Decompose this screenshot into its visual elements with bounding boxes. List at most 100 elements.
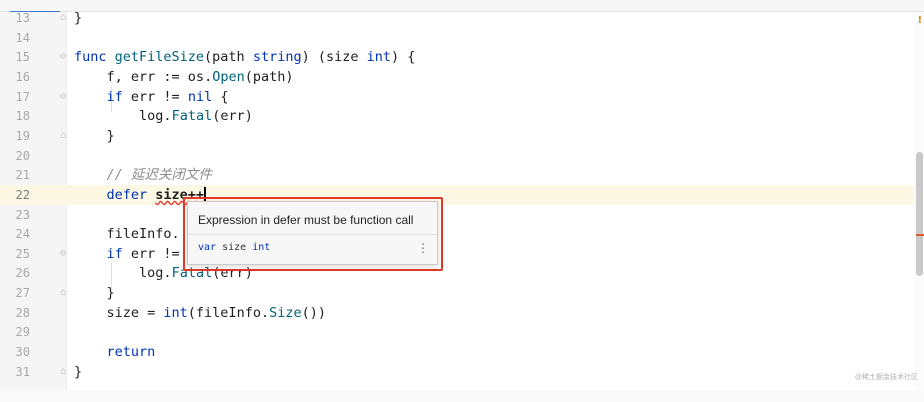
code-text: fileInfo. [74,226,180,242]
code-fragment: (fileInfo. [187,305,270,321]
code-fragment [74,265,139,281]
line-number: 25 [15,247,30,261]
keyword: nil [187,89,213,105]
line-number: 16 [15,70,30,84]
code-line[interactable]: 17 ⊖ if err != nil { [0,87,924,107]
editor-bottom-border [0,390,924,402]
code-fragment: . [163,265,172,281]
package-name: log [139,108,164,124]
code-line-current[interactable]: 22 defer size++ [0,185,924,205]
method-name: Size [269,305,302,321]
code-text: } [74,128,115,144]
signature-type: int [252,242,271,253]
code-fragment: err != [130,246,180,262]
symbol-signature: var size int [198,242,270,253]
code-editor[interactable]: 13 ⌂ } 14 15 ⊖ func getFileSize(path str… [0,0,924,402]
line-number: 28 [15,306,30,320]
code-line[interactable]: 25 ⊖ if err != [0,244,924,264]
line-number: 31 [15,365,30,379]
code-text: if err != [74,244,180,264]
code-line[interactable]: 31 ⌂ } [0,362,924,382]
line-number: 21 [15,168,30,182]
code-fragment: (err) [212,108,253,124]
code-fragment: . [204,69,213,85]
line-number: 18 [15,109,30,123]
fold-end-icon[interactable]: ⌂ [60,367,69,377]
code-line[interactable]: 23 [0,205,924,225]
code-fragment: { [212,89,229,105]
code-text: f, err := os.Open(path) [74,67,294,87]
more-options-icon[interactable]: ⋮ [417,241,429,255]
code-fragment: (path) [244,69,294,85]
code-text: func getFileSize(path string) (size int)… [74,47,415,67]
code-fragment: ) { [391,49,416,65]
line-number: 13 [15,11,30,25]
code-text: log.Fatal(err) [74,106,253,126]
line-number: 23 [15,208,30,222]
code-line[interactable]: 28 size = int(fileInfo.Size()) [0,303,924,323]
keyword: defer [74,187,156,203]
watermark: @稀土掘金技术社区 [854,374,918,381]
error-tooltip: Expression in defer must be function cal… [187,201,438,265]
fold-start-icon[interactable]: ⊖ [60,92,69,102]
package-name: log [139,265,164,281]
code-text: if err != nil { [74,87,229,107]
signature-name: size [216,242,253,253]
type-name: int [163,305,188,321]
code-fragment: (path [204,49,253,65]
fold-start-icon[interactable]: ⊖ [60,249,69,259]
type-name: string [252,49,302,65]
method-name: Fatal [171,108,213,124]
fold-end-icon[interactable]: ⌂ [60,131,69,141]
code-fragment: ) (size [301,49,367,65]
code-line[interactable]: 18 log.Fatal(err) [0,106,924,126]
fold-start-icon[interactable]: ⊖ [60,52,69,62]
line-number: 24 [15,227,30,241]
line-number: 20 [15,149,30,163]
keyword: if [74,246,131,262]
code-line[interactable]: 16 f, err := os.Open(path) [0,67,924,87]
code-line[interactable]: 19 ⌂ } [0,126,924,146]
code-fragment [74,108,139,124]
line-number: 19 [15,129,30,143]
line-number: 15 [15,50,30,64]
error-stripe-marker[interactable] [916,234,924,236]
keyword: func [74,49,115,65]
line-number: 22 [15,188,30,202]
fold-end-icon[interactable]: ⌂ [60,13,69,23]
code-text: } [74,364,83,380]
code-fragment: . [163,108,172,124]
code-fragment: f, err := [74,69,188,85]
error-message: Expression in defer must be function cal… [198,213,414,227]
keyword: return [74,344,156,360]
popup-divider [188,234,437,235]
code-fragment: ()) [301,305,326,321]
warning-badge-icon[interactable]: ! [917,15,922,26]
code-line[interactable]: 20 [0,146,924,166]
signature-keyword: var [198,242,217,253]
code-line[interactable]: 13 ⌂ } [0,8,924,28]
code-text: size = int(fileInfo.Size()) [74,303,326,323]
code-text: } [74,10,83,26]
package-name: os [187,69,205,85]
fold-end-icon[interactable]: ⌂ [60,288,69,298]
code-fragment: err != [130,89,188,105]
code-line[interactable]: 29 [0,322,924,342]
comment-text: // 延迟关闭文件 [74,167,212,183]
line-number: 30 [15,345,30,359]
scrollbar-thumb[interactable] [916,152,923,276]
method-name: Open [212,69,245,85]
code-line[interactable]: 30 return [0,342,924,362]
code-line[interactable]: 27 ⌂ } [0,283,924,303]
code-line[interactable]: 21 // 延迟关闭文件 [0,165,924,185]
code-line[interactable]: 14 [0,28,924,48]
code-line[interactable]: 24 fileInfo. [0,224,924,244]
function-name: getFileSize [114,49,205,65]
line-number: 14 [15,31,30,45]
code-line[interactable]: 15 ⊖ func getFileSize(path string) (size… [0,47,924,67]
line-number: 26 [15,266,30,280]
line-number: 29 [15,325,30,339]
code-line[interactable]: 26 log.Fatal(err) [0,263,924,283]
line-number: 27 [15,286,30,300]
line-number: 17 [15,90,30,104]
